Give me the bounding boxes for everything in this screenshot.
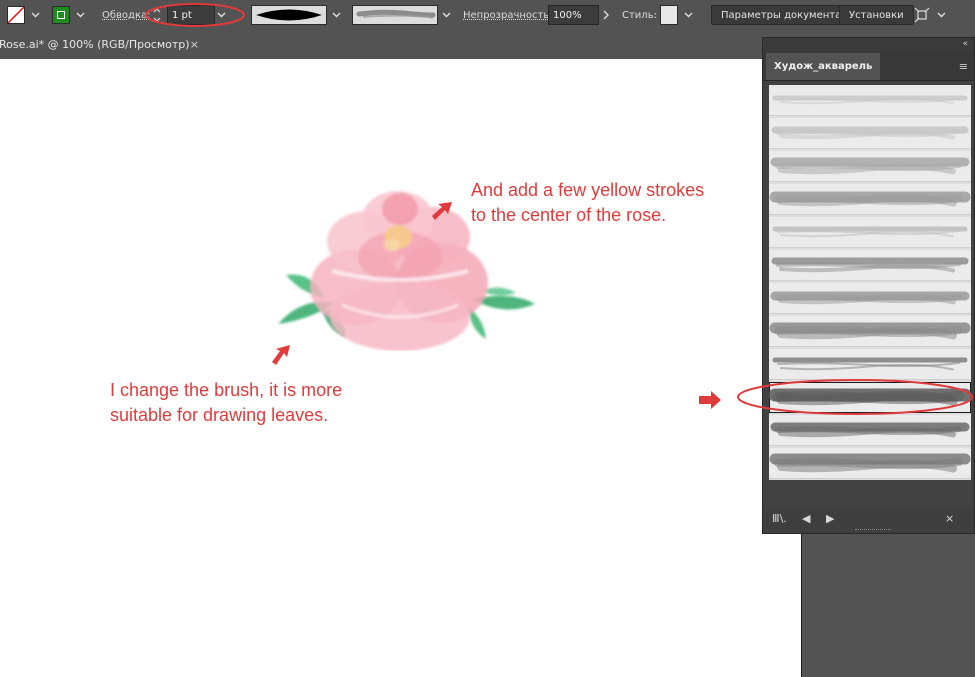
document-tab[interactable]: Rose.ai* @ 100% (RGB/Просмотр) × <box>0 30 207 59</box>
brush-stroke-preview <box>772 226 968 238</box>
opacity-label[interactable]: Непрозрачность: <box>463 10 553 21</box>
annotation-ellipse-brush <box>737 379 973 415</box>
brush-definition-selector[interactable] <box>352 5 438 25</box>
close-icon[interactable]: × <box>190 38 199 51</box>
annotation-arrow-icon <box>432 202 452 220</box>
brush-stroke-preview <box>772 357 968 371</box>
graphic-style-swatch[interactable] <box>660 5 678 25</box>
next-library-icon[interactable]: ▶ <box>826 512 834 525</box>
watercolor-brush-1[interactable] <box>769 85 971 116</box>
note-line: And add a few yellow strokes <box>471 180 705 200</box>
stroke-color-icon <box>52 6 70 24</box>
watercolor-brush-7[interactable] <box>769 283 971 314</box>
align-icon[interactable] <box>913 0 931 30</box>
brush-list <box>769 85 971 480</box>
brush-stroke-preview <box>771 126 969 140</box>
panel-footer: Ⅲ\. ◀ ▶ ⨯ <box>763 507 974 533</box>
note-line: to the center of the rose. <box>471 205 667 225</box>
style-label: Стиль: <box>622 9 657 21</box>
add-to-brushes-icon[interactable]: ⨯ <box>945 512 954 525</box>
watercolor-brush-4[interactable] <box>769 184 971 215</box>
resize-handle[interactable] <box>855 529 891 532</box>
panel-header[interactable]: « <box>763 38 974 53</box>
annotation-note-top: And add a few yellow strokes to the cent… <box>471 178 704 228</box>
fill-swatch[interactable] <box>7 0 25 30</box>
note-line: I change the brush, it is more <box>110 380 343 400</box>
chevron-down-icon[interactable] <box>328 5 344 25</box>
fill-none-icon <box>7 6 25 24</box>
annotation-arrow-icon <box>699 391 721 409</box>
collapse-icon[interactable]: « <box>962 39 968 49</box>
control-bar: Обводка: 1 pt Непрозрачность: 100% Стиль… <box>0 0 975 50</box>
stroke-swatch[interactable] <box>52 0 70 30</box>
chevron-down-icon[interactable] <box>680 5 696 25</box>
brush-stroke-preview <box>769 191 971 207</box>
watercolor-brush-2[interactable] <box>769 118 971 149</box>
brush-stroke-preview <box>770 422 970 438</box>
annotation-ellipse-stroke <box>145 3 245 27</box>
chevron-down-icon[interactable] <box>72 5 88 25</box>
annotation-note-bottom: I change the brush, it is more suitable … <box>110 378 342 428</box>
chevron-right-icon[interactable] <box>600 0 612 30</box>
chevron-down-icon[interactable] <box>27 5 43 25</box>
artboard[interactable]: And add a few yellow strokes to the cent… <box>0 59 802 677</box>
document-tab-title: Rose.ai* @ 100% (RGB/Просмотр) <box>0 38 190 51</box>
brush-stroke-preview <box>771 257 969 273</box>
watercolor-brush-11[interactable] <box>769 415 971 446</box>
brush-stroke-preview <box>769 322 971 340</box>
panel-tab-bar: Худож_акварель ≡ <box>763 53 974 81</box>
watercolor-brush-12[interactable] <box>769 448 971 479</box>
brush-library-panel: « Худож_акварель ≡ Ⅲ\. ◀ ▶ ⨯ <box>762 37 975 534</box>
watercolor-brush-3[interactable] <box>769 151 971 182</box>
width-profile-selector[interactable] <box>251 5 327 25</box>
brush-stroke-preview <box>772 95 968 105</box>
tab-watercolor[interactable]: Худож_акварель <box>766 53 881 80</box>
previous-library-icon[interactable]: ◀ <box>802 512 810 525</box>
document-setup-button[interactable]: Параметры документа <box>711 5 852 25</box>
chevron-down-icon[interactable] <box>933 5 949 25</box>
preferences-button[interactable]: Установки <box>839 5 914 25</box>
brush-stroke-preview <box>770 157 970 175</box>
watercolor-brush-9[interactable] <box>769 349 971 380</box>
annotation-arrow-icon <box>272 345 290 365</box>
opacity-input[interactable]: 100% <box>548 5 599 25</box>
panel-menu-icon[interactable]: ≡ <box>959 60 968 73</box>
document-tab-bar: Rose.ai* @ 100% (RGB/Просмотр) × <box>0 30 762 59</box>
watercolor-brush-6[interactable] <box>769 250 971 281</box>
watercolor-brush-5[interactable] <box>769 217 971 248</box>
chevron-down-icon[interactable] <box>438 5 454 25</box>
note-line: suitable for drawing leaves. <box>110 405 329 425</box>
brush-stroke-preview <box>769 453 971 473</box>
brush-library-menu-icon[interactable]: Ⅲ\. <box>772 512 787 525</box>
brush-stroke-preview <box>770 291 970 305</box>
watercolor-brush-8[interactable] <box>769 316 971 347</box>
